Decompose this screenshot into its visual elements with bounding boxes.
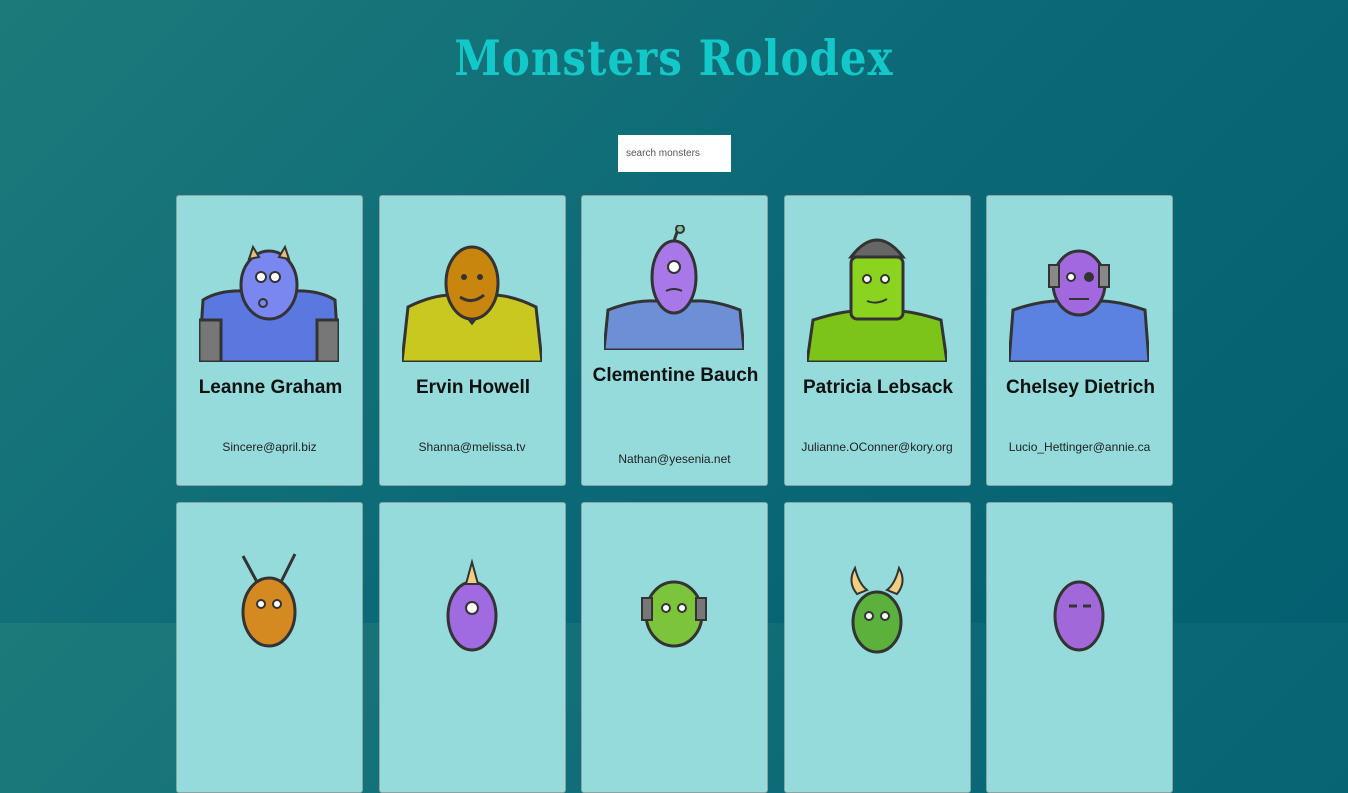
monster-email: Lucio_Hettinger@annie.ca: [1008, 440, 1151, 454]
search-input[interactable]: [618, 135, 731, 172]
monster-email: Shanna@melissa.tv: [418, 440, 526, 454]
monster-avatar: [199, 244, 339, 362]
monster-avatar: [401, 245, 542, 362]
page-title: Monsters Rolodex: [454, 30, 894, 87]
monster-card[interactable]: [783, 502, 971, 793]
monster-avatar: [850, 565, 903, 654]
monster-card[interactable]: Chelsey Dietrich Lucio_Hettinger@annie.c…: [986, 195, 1173, 486]
monster-name: Patricia Lebsack: [803, 377, 953, 398]
monster-card[interactable]: [581, 502, 768, 793]
monster-card[interactable]: Leanne Graham Sincere@april.biz: [176, 195, 363, 486]
monster-email: Julianne.OConner@kory.org: [801, 440, 953, 454]
monster-avatar: [241, 553, 297, 648]
monster-avatar: [446, 558, 497, 652]
monster-name: Clementine Bauch: [592, 365, 759, 386]
monster-card[interactable]: Clementine Bauch Nathan@yesenia.net: [581, 195, 768, 486]
monster-name: Chelsey Dietrich: [1006, 377, 1155, 398]
monster-email: Nathan@yesenia.net: [618, 452, 731, 466]
monster-card[interactable]: [176, 502, 363, 793]
monster-email: Sincere@april.biz: [222, 440, 317, 454]
monster-avatar: [1053, 580, 1105, 652]
monster-card[interactable]: [986, 502, 1173, 793]
monster-card[interactable]: Patricia Lebsack Julianne.OConner@kory.o…: [783, 195, 971, 486]
monster-avatar: [1009, 249, 1149, 362]
card-list: Leanne Graham Sincere@april.biz Ervin Ho…: [176, 195, 1173, 793]
monster-avatar: [604, 225, 744, 350]
monster-card[interactable]: [378, 502, 566, 793]
monster-avatar: [806, 238, 947, 362]
monster-name: Leanne Graham: [198, 377, 343, 398]
monster-name: Ervin Howell: [415, 377, 531, 398]
monster-card[interactable]: Ervin Howell Shanna@melissa.tv: [378, 195, 566, 486]
monster-avatar: [641, 580, 707, 648]
